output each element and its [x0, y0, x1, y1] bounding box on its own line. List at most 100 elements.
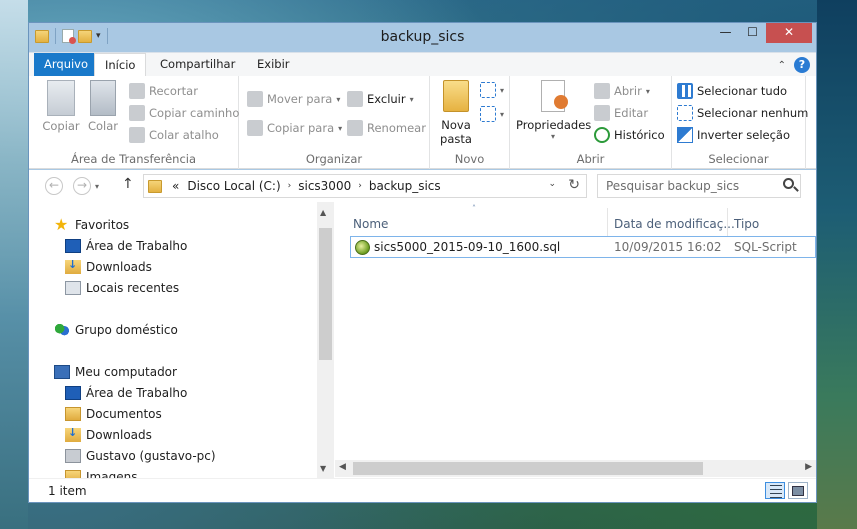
address-field[interactable]: « Disco Local (C:) › sics3000 › backup_s… [143, 174, 587, 198]
new-group: Nova pasta ▾ ▾ Novo [430, 76, 510, 169]
scissors-icon [129, 83, 145, 99]
title-bar[interactable]: ▾ backup_sics — ☐ ✕ [29, 23, 816, 51]
breadcrumb-separator[interactable]: › [355, 181, 365, 191]
column-header-name[interactable]: Nome [353, 217, 388, 235]
tab-arquivo[interactable]: Arquivo [34, 53, 99, 77]
nav-item-user[interactable]: Gustavo (gustavo-pc) [65, 445, 216, 466]
copy-to-icon [247, 120, 263, 136]
navigation-pane[interactable]: ★ Favoritos Área de Trabalho Downloads L… [29, 202, 317, 478]
file-list[interactable]: ˄ Nome Data de modificaç... Tipo sics500… [335, 202, 816, 478]
copy-to-button[interactable]: Copiar para ▾ [247, 120, 342, 136]
rename-button[interactable]: Renomear [347, 120, 426, 136]
rename-label: Renomear [367, 121, 426, 135]
close-button[interactable]: ✕ [766, 23, 812, 43]
edit-button[interactable]: Editar [594, 105, 648, 121]
address-dropdown-button[interactable]: ⌄ [548, 179, 556, 189]
status-bar: 1 item [29, 478, 816, 502]
search-icon[interactable] [783, 178, 794, 189]
minimize-button[interactable]: — [712, 23, 739, 43]
back-button[interactable]: ← [45, 177, 63, 195]
move-to-button[interactable]: Mover para ▾ [247, 91, 340, 107]
nav-item-label: Downloads [86, 259, 152, 274]
cut-button[interactable]: Recortar [129, 83, 198, 99]
new-folder-label-line1: Nova [441, 118, 471, 132]
properties-button[interactable]: Propriedades ▾ [516, 80, 591, 141]
nav-item-documents[interactable]: Documentos [65, 403, 162, 424]
paste-shortcut-button[interactable]: Colar atalho [129, 127, 219, 143]
history-icon [594, 127, 610, 143]
scroll-up-arrow[interactable]: ▲ [320, 208, 326, 217]
file-modified: 10/09/2015 16:02 [614, 240, 722, 254]
help-icon[interactable]: ? [794, 57, 810, 73]
select-group: Selecionar tudo Selecionar nenhum Invert… [672, 76, 808, 169]
navigation-pane-scrollbar[interactable]: ▲ ▼ [317, 202, 334, 478]
tab-exibir[interactable]: Exibir [247, 53, 300, 77]
large-icons-view-button[interactable] [788, 482, 808, 499]
breadcrumb-overflow[interactable]: « [168, 179, 183, 193]
file-row[interactable]: sics5000_2015-09-10_1600.sql 10/09/2015 … [350, 236, 816, 258]
history-button[interactable]: Histórico [594, 127, 665, 143]
breadcrumb-separator[interactable]: › [285, 181, 295, 191]
scroll-down-arrow[interactable]: ▼ [320, 464, 326, 473]
breadcrumb-backup-sics[interactable]: backup_sics [365, 179, 445, 193]
invert-selection-button[interactable]: Inverter seleção [677, 127, 790, 143]
nav-item-label: Imagens [86, 469, 138, 479]
paste-button[interactable]: Colar [85, 80, 121, 133]
refresh-button[interactable]: ↻ [568, 177, 580, 193]
folder-icon [148, 179, 162, 193]
nav-item-downloads[interactable]: Downloads [65, 256, 152, 277]
details-view-button[interactable] [765, 482, 785, 499]
select-none-button[interactable]: Selecionar nenhum [677, 105, 808, 121]
delete-icon [347, 91, 363, 107]
downloads-icon [65, 258, 81, 274]
nav-favorites[interactable]: ★ Favoritos [54, 214, 129, 235]
nav-item-pc-downloads[interactable]: Downloads [65, 424, 152, 445]
organize-group: Mover para ▾ Excluir ▾ Copiar para ▾ Ren… [239, 76, 430, 169]
open-label: Abrir [614, 84, 642, 98]
open-group: Propriedades ▾ Abrir ▾ Editar Histórico … [510, 76, 672, 169]
file-name: sics5000_2015-09-10_1600.sql [374, 240, 561, 254]
scroll-right-arrow[interactable]: ▶ [805, 462, 812, 472]
nav-item-recent-places[interactable]: Locais recentes [65, 277, 179, 298]
view-switcher [765, 482, 808, 499]
nav-item-pc-desktop[interactable]: Área de Trabalho [65, 382, 187, 403]
file-list-horizontal-scrollbar[interactable]: ◀ ▶ [335, 460, 816, 477]
easy-access-button[interactable]: ▾ [480, 106, 504, 122]
clipboard-group: Copiar Colar Recortar Copiar caminho Col… [29, 76, 239, 169]
delete-button[interactable]: Excluir ▾ [347, 91, 414, 107]
search-input[interactable]: Pesquisar backup_sics [597, 174, 801, 198]
nav-item-desktop[interactable]: Área de Trabalho [65, 235, 187, 256]
new-folder-button[interactable]: Nova pasta [434, 80, 478, 146]
new-item-button[interactable]: ▾ [480, 82, 504, 98]
chevron-down-icon: ▾ [550, 132, 555, 141]
column-divider[interactable] [727, 208, 728, 238]
scrollbar-thumb[interactable] [319, 228, 332, 360]
nav-homegroup[interactable]: Grupo doméstico [54, 319, 178, 340]
nav-item-pictures[interactable]: Imagens [65, 466, 137, 478]
copy-path-button[interactable]: Copiar caminho [129, 105, 239, 121]
chevron-down-icon: ▾ [338, 123, 343, 133]
tab-inicio[interactable]: Início [94, 53, 147, 78]
nav-computer[interactable]: Meu computador [54, 361, 177, 382]
tab-compartilhar[interactable]: Compartilhar [150, 53, 245, 77]
navigation-bar: ← → ▾ ↑ « Disco Local (C:) › sics3000 › … [29, 170, 816, 202]
column-divider[interactable] [607, 208, 608, 238]
forward-button[interactable]: → [73, 177, 91, 195]
properties-icon [541, 80, 568, 112]
maximize-button[interactable]: ☐ [739, 23, 766, 43]
up-button[interactable]: ↑ [122, 176, 134, 192]
copy-button[interactable]: Copiar [37, 80, 85, 133]
breadcrumb-sics3000[interactable]: sics3000 [294, 179, 355, 193]
column-header-date[interactable]: Data de modificaç... [614, 217, 735, 235]
collapse-ribbon-button[interactable]: ⌃ [778, 60, 786, 71]
scrollbar-thumb[interactable] [353, 462, 703, 475]
scroll-left-arrow[interactable]: ◀ [339, 462, 346, 472]
downloads-icon [65, 426, 81, 442]
column-header-type[interactable]: Tipo [734, 217, 759, 235]
chevron-down-icon: ▾ [500, 109, 505, 119]
breadcrumb-disco-local[interactable]: Disco Local (C:) [183, 179, 284, 193]
select-all-button[interactable]: Selecionar tudo [677, 83, 787, 99]
explorer-window: ▾ backup_sics — ☐ ✕ Arquivo Início Compa… [28, 22, 817, 503]
open-button[interactable]: Abrir ▾ [594, 83, 650, 99]
recent-locations-button[interactable]: ▾ [95, 182, 99, 191]
